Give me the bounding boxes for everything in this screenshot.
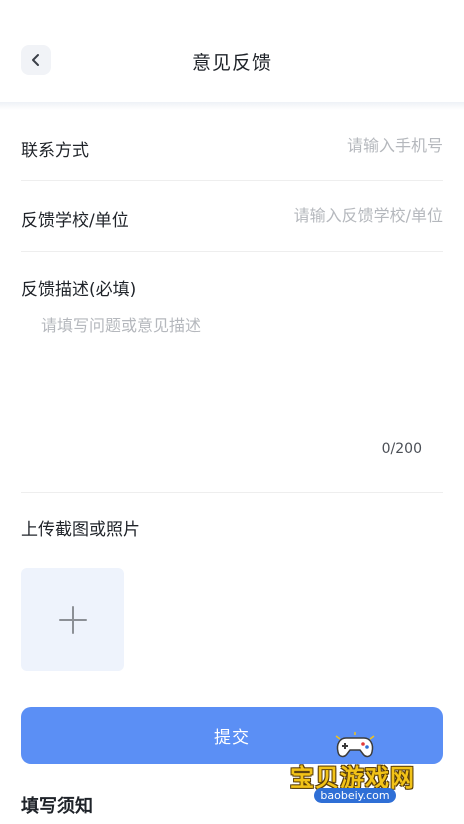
header: 意见反馈	[0, 0, 464, 104]
contact-label: 联系方式	[21, 141, 89, 161]
feedback-page: 意见反馈 联系方式 反馈学校/单位 反馈描述(必填) 0/200 上传截图或照片…	[0, 0, 464, 824]
page-title: 意见反馈	[191, 52, 272, 74]
gamepad-icon	[335, 732, 375, 758]
upload-label: 上传截图或照片	[21, 520, 140, 540]
school-label: 反馈学校/单位	[21, 211, 129, 231]
description-textarea[interactable]	[41, 312, 421, 422]
phone-input[interactable]	[223, 130, 443, 160]
description-section: 反馈描述(必填) 0/200	[21, 252, 443, 493]
header-divider	[0, 102, 464, 110]
upload-image-button[interactable]	[21, 568, 124, 671]
plus-icon	[58, 605, 87, 634]
school-row: 反馈学校/单位	[21, 182, 443, 252]
watermark-url: baobeiy.com	[314, 788, 396, 803]
char-counter: 0/200	[381, 441, 422, 457]
notice-title: 填写须知	[21, 796, 93, 817]
description-label: 反馈描述(必填)	[21, 280, 137, 300]
contact-row: 联系方式	[21, 112, 443, 181]
watermark-logo: 宝贝游戏网 baobeiy.com	[286, 730, 436, 810]
school-input[interactable]	[223, 200, 443, 230]
